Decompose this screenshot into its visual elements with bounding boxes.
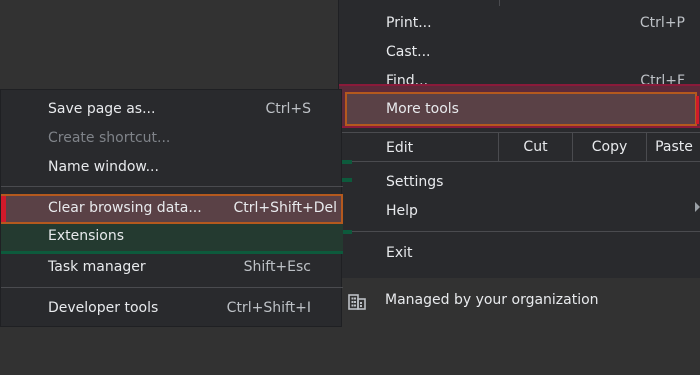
- submenu-item-name-window[interactable]: Name window...: [1, 154, 343, 182]
- desktop-background: Print... Ctrl+P Cast... Find... Ctrl+F M…: [0, 0, 700, 375]
- menu-item-label: More tools: [386, 101, 459, 117]
- paste-button-label: Paste: [655, 139, 693, 155]
- edit-label: Edit: [386, 140, 414, 156]
- building-icon: [348, 294, 366, 310]
- submenu-item-label: Save page as...: [48, 101, 156, 117]
- submenu-item-shortcut: Ctrl+S: [265, 101, 311, 117]
- cut-button[interactable]: Cut: [498, 133, 572, 161]
- managed-label: Managed by your organization: [385, 292, 599, 308]
- menu-item-shortcut: Ctrl+P: [639, 15, 685, 31]
- managed-by-org-item[interactable]: Managed by your organization: [338, 278, 700, 324]
- menu-item-label: Exit: [386, 245, 413, 261]
- submenu-item-label: Create shortcut...: [48, 130, 171, 146]
- menu-item-label: Settings: [386, 174, 444, 190]
- chrome-main-menu: Print... Ctrl+P Cast... Find... Ctrl+F M…: [338, 0, 700, 282]
- submenu-item-shortcut: Ctrl+Shift+Del: [233, 200, 337, 216]
- copy-button[interactable]: Copy: [572, 133, 646, 161]
- submenu-item-developer-tools[interactable]: Developer tools Ctrl+Shift+I: [1, 295, 343, 323]
- menu-item-help[interactable]: Help: [339, 197, 700, 225]
- chevron-right-icon: [695, 202, 700, 212]
- submenu-item-clear-browsing-data[interactable]: Clear browsing data... Ctrl+Shift+Del: [1, 194, 343, 224]
- submenu-item-label: Name window...: [48, 159, 159, 175]
- submenu-item-create-shortcut: Create shortcut...: [1, 125, 343, 153]
- submenu-item-extensions[interactable]: Extensions: [1, 224, 343, 254]
- menu-divider: [339, 231, 700, 232]
- submenu-divider: [1, 186, 343, 187]
- submenu-item-label: Extensions: [48, 228, 125, 244]
- menu-item-print[interactable]: Print... Ctrl+P: [339, 9, 700, 37]
- menu-item-settings[interactable]: Settings: [339, 168, 700, 196]
- cut-button-label: Cut: [523, 139, 548, 155]
- submenu-item-save-page[interactable]: Save page as... Ctrl+S: [1, 96, 343, 124]
- submenu-item-shortcut: Shift+Esc: [243, 259, 311, 275]
- paste-button[interactable]: Paste: [646, 133, 700, 161]
- menu-item-cast[interactable]: Cast...: [339, 38, 700, 66]
- menu-item-label: Help: [386, 203, 418, 219]
- menu-top-divider: [499, 0, 700, 6]
- submenu-item-task-manager[interactable]: Task manager Shift+Esc: [1, 254, 343, 282]
- menu-item-label: Print...: [386, 15, 432, 31]
- menu-item-more-tools[interactable]: More tools: [345, 92, 699, 126]
- submenu-item-shortcut: Ctrl+Shift+I: [226, 300, 311, 316]
- copy-button-label: Copy: [591, 139, 628, 155]
- menu-item-label: Cast...: [386, 44, 431, 60]
- more-tools-submenu: Save page as... Ctrl+S Create shortcut..…: [0, 89, 343, 327]
- highlight-marker: [1, 196, 6, 222]
- submenu-item-label: Developer tools: [48, 300, 159, 316]
- submenu-divider: [1, 287, 343, 288]
- menu-item-exit[interactable]: Exit: [339, 239, 700, 267]
- submenu-item-label: Clear browsing data...: [48, 200, 202, 216]
- submenu-item-label: Task manager: [48, 259, 146, 275]
- edit-row: Edit Cut Copy Paste: [339, 132, 700, 162]
